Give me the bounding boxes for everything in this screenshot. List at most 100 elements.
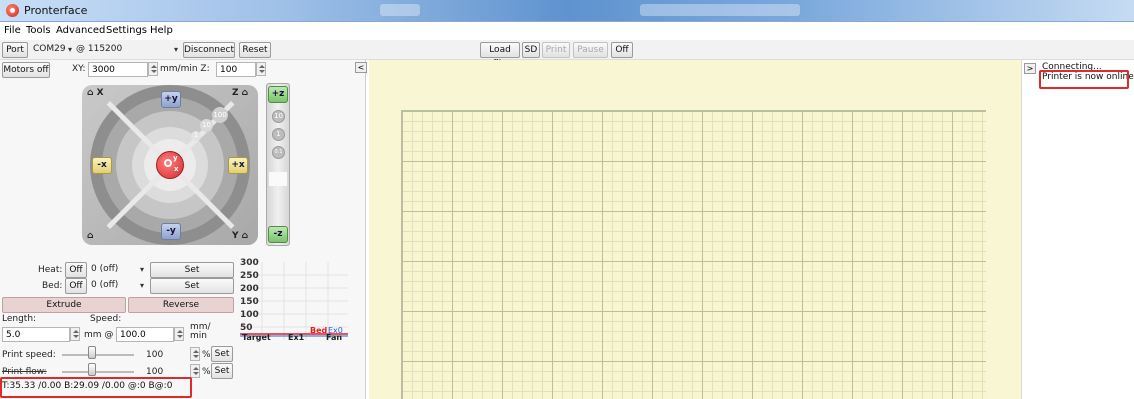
z-step-01-button[interactable]: 0.1 — [272, 146, 285, 159]
temperature-graph: 300 250 200 150 100 50 Bed Ex0 Target Ex… — [240, 258, 350, 342]
graph-legend-bed: Bed — [310, 326, 328, 335]
feedrate-unit-label: mm/min Z: — [160, 64, 210, 74]
step-10-label: 10 — [200, 119, 213, 132]
load-file-button[interactable]: Load file — [480, 42, 520, 69]
print-button[interactable]: Print — [542, 42, 570, 58]
jog-minus-x-button[interactable]: -x — [92, 157, 112, 174]
speed-label: Speed: — [90, 314, 122, 324]
target-icon — [164, 159, 172, 167]
motors-off-button[interactable]: Motors off — [2, 62, 50, 78]
reverse-button[interactable]: Reverse — [128, 297, 234, 313]
app-icon — [6, 4, 19, 17]
center-y-label: y — [173, 154, 178, 162]
extrude-button[interactable]: Extrude — [2, 297, 126, 313]
print-speed-slider[interactable] — [62, 354, 134, 356]
graph-tick: 50 — [240, 323, 253, 333]
jog-plus-x-button[interactable]: +x — [228, 157, 248, 174]
reset-button[interactable]: Reset — [239, 42, 271, 58]
home-icon: ⌂ — [241, 88, 249, 98]
center-x-label: x — [174, 165, 179, 173]
graph-legend-target: Target — [242, 333, 271, 342]
print-flow-slider-thumb[interactable] — [88, 363, 96, 376]
bed-select[interactable]: 0 (off) — [91, 280, 118, 290]
chevron-down-icon[interactable]: ▾ — [68, 45, 72, 54]
z-step-1-button[interactable]: 1 — [272, 128, 285, 141]
print-speed-set-button[interactable]: Set — [211, 346, 233, 362]
heat-label: Heat: — [38, 265, 63, 275]
print-speed-percent: % — [202, 350, 211, 360]
home-z-button[interactable]: Z ⌂ — [232, 88, 248, 98]
title-bar: Pronterface — [0, 0, 1134, 22]
collapse-right-button[interactable]: > — [1024, 63, 1036, 74]
jog-minus-y-button[interactable]: -y — [161, 223, 181, 240]
print-flow-slider[interactable] — [62, 371, 134, 373]
build-plate-view[interactable] — [369, 60, 1021, 399]
heat-select[interactable]: 0 (off) — [91, 264, 118, 274]
window-title: Pronterface — [24, 4, 88, 17]
jog-center-home-button[interactable]: y x — [156, 151, 184, 179]
graph-tick: 200 — [240, 284, 259, 294]
collapse-left-button[interactable]: < — [355, 62, 367, 73]
port-button[interactable]: Port — [2, 42, 28, 58]
print-flow-set-button[interactable]: Set — [211, 363, 233, 379]
z-jog-control[interactable]: +z 10 1 0.1 -z — [266, 83, 290, 246]
home-icon: ⌂ — [87, 231, 94, 241]
log-panel[interactable]: > Connecting... Printer is now online. — [1021, 60, 1134, 399]
xy-speed-input[interactable]: 3000 — [88, 62, 148, 77]
port-select[interactable]: COM29 — [33, 44, 66, 54]
length-input[interactable]: 5.0 — [2, 327, 70, 342]
menu-settings[interactable]: Settings — [106, 25, 147, 36]
extrude-speed-unit: mm/min — [190, 323, 211, 341]
menu-tools[interactable]: Tools — [26, 25, 51, 36]
menu-file[interactable]: File — [4, 25, 21, 36]
graph-legend-fan: Fan — [326, 333, 343, 342]
xy-speed-stepper[interactable] — [148, 62, 158, 76]
jog-minus-z-button[interactable]: -z — [268, 226, 288, 243]
off-button[interactable]: Off — [611, 42, 633, 58]
highlight-frame — [1039, 70, 1129, 89]
mm-at-label: mm @ — [84, 330, 114, 340]
z-speed-stepper[interactable] — [256, 62, 266, 76]
print-speed-stepper[interactable] — [190, 347, 200, 361]
disconnect-button[interactable]: Disconnect — [183, 42, 235, 58]
chevron-down-icon[interactable]: ▾ — [140, 265, 144, 274]
step-100-label: 100 — [212, 107, 228, 123]
highlight-frame — [0, 377, 192, 398]
print-speed-slider-thumb[interactable] — [88, 346, 96, 359]
heat-set-button[interactable]: Set — [150, 262, 234, 278]
graph-tick: 250 — [240, 271, 259, 281]
chevron-down-icon[interactable]: ▾ — [174, 45, 178, 54]
home-all-button[interactable]: ⌂ — [87, 231, 93, 241]
length-stepper[interactable] — [70, 327, 80, 341]
build-plate-grid[interactable] — [401, 110, 986, 399]
jog-plus-y-button[interactable]: +y — [161, 91, 181, 108]
print-flow-value[interactable]: 100 — [146, 367, 163, 377]
step-1-label: 1 — [191, 131, 201, 141]
menu-advanced[interactable]: Advanced — [56, 25, 105, 36]
print-flow-stepper[interactable] — [190, 364, 200, 378]
graph-tick: 150 — [240, 297, 259, 307]
chevron-down-icon[interactable]: ▾ — [140, 281, 144, 290]
print-speed-value[interactable]: 100 — [146, 350, 163, 360]
print-flow-label: Print flow: — [2, 367, 47, 377]
connection-toolbar: Port COM29 ▾ @ 115200 ▾ Disconnect Reset… — [0, 40, 1134, 69]
bed-set-button[interactable]: Set — [150, 278, 234, 294]
baud-select[interactable]: @ 115200 — [76, 44, 122, 54]
pause-button[interactable]: Pause — [573, 42, 608, 58]
z-speed-input[interactable]: 100 — [216, 62, 256, 77]
home-icon: ⌂ — [87, 88, 94, 98]
extrude-speed-input[interactable]: 100.0 — [116, 327, 174, 342]
extrude-speed-stepper[interactable] — [174, 327, 184, 341]
graph-legend-ex1: Ex1 — [288, 333, 305, 342]
z-step-10-button[interactable]: 10 — [272, 110, 285, 123]
home-x-button[interactable]: ⌂ X — [87, 88, 104, 98]
home-y-button[interactable]: Y ⌂ — [232, 231, 248, 241]
bed-off-button[interactable]: Off — [65, 278, 87, 294]
home-x-label: X — [96, 88, 104, 98]
xy-jog-control[interactable]: y x 100 10 1 +y -y -x +x ⌂ X Z ⌂ ⌂ Y ⌂ — [82, 85, 258, 245]
menu-help[interactable]: Help — [150, 25, 173, 36]
sd-button[interactable]: SD — [522, 42, 540, 58]
length-label: Length: — [2, 314, 37, 324]
jog-plus-z-button[interactable]: +z — [268, 86, 288, 103]
heat-off-button[interactable]: Off — [65, 262, 87, 278]
